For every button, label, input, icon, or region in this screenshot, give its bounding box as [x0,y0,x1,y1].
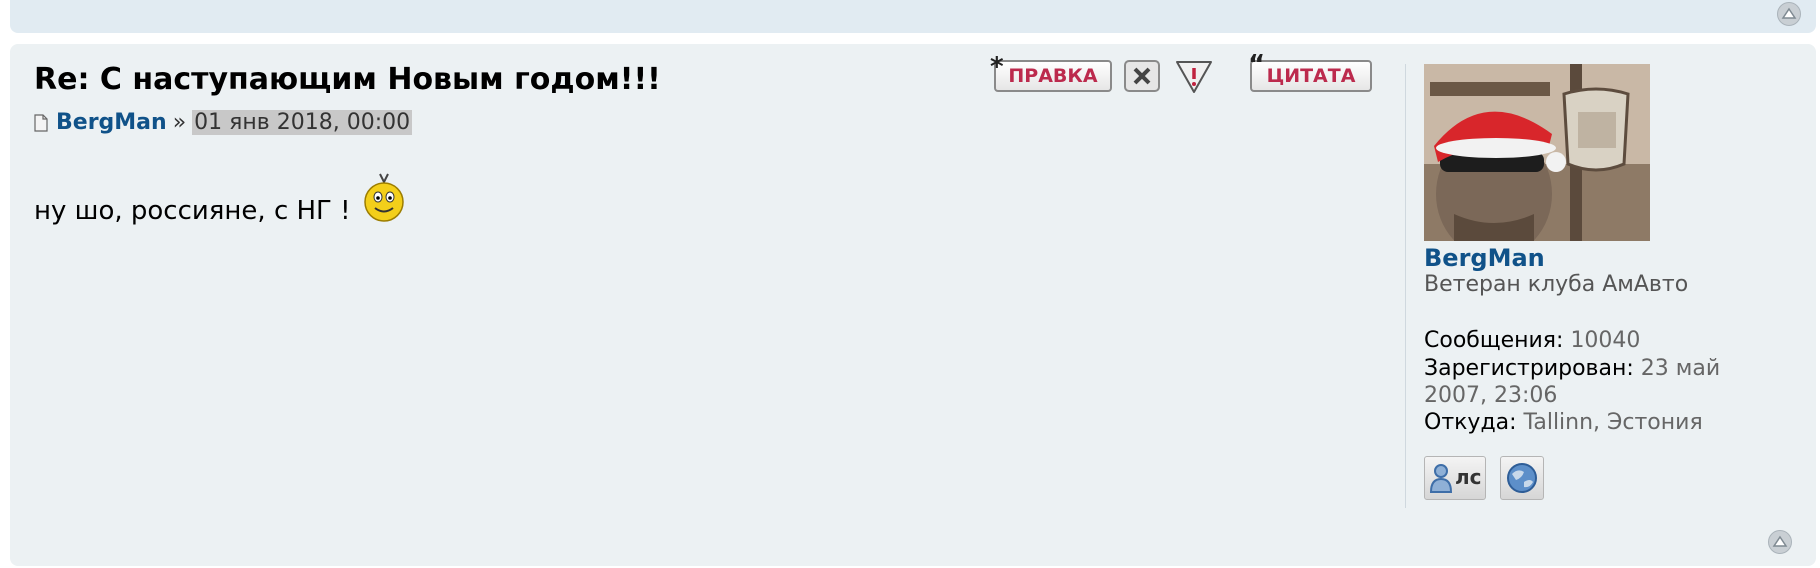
byline-separator: » [172,110,187,135]
report-button[interactable] [1174,60,1212,93]
private-message-label: лс [1455,465,1482,489]
profile-location-value: Tallinn, Эстония [1523,410,1703,435]
arrow-up-icon [1781,7,1797,19]
profile-registered-value-line1: 23 май [1640,356,1721,381]
profile-registered: Зарегистрирован: 23 май [1424,356,1720,381]
edit-button[interactable]: * ПРАВКА [990,52,1112,92]
back-to-top-button[interactable] [1768,530,1792,554]
profile-rank: Ветеран клуба АмАвто [1424,272,1689,297]
warning-icon [1176,61,1212,93]
private-message-button[interactable]: лс [1424,456,1486,500]
document-icon [34,113,48,132]
edit-mark-icon: * [990,52,1004,82]
profile-location-label: Откуда: [1424,410,1517,435]
post-title[interactable]: Re: С наступающим Новым годом!!! [34,62,661,97]
profile-divider [1405,64,1406,508]
quote-button[interactable]: “ ЦИТАТА [1248,50,1372,92]
previous-post-bottom [10,0,1816,33]
post-content: ну шо, россияне, с НГ ! [34,170,405,226]
post-author-link[interactable]: BergMan [56,110,167,135]
user-icon [1429,464,1453,493]
profile-posts: Сообщения: 10040 [1424,328,1640,353]
delete-button[interactable] [1124,60,1160,92]
profile-location: Откуда: Tallinn, Эстония [1424,410,1703,435]
profile-registered-cont: 2007, 23:06 [1424,383,1557,408]
edit-button-label: ПРАВКА [1008,65,1098,87]
profile-registered-value-line2: 2007, 23:06 [1424,383,1558,408]
post-date: 01 янв 2018, 00:00 [192,110,413,135]
quote-button-label: ЦИТАТА [1266,65,1356,87]
post-byline: BergMan » 01 янв 2018, 00:00 [34,110,413,135]
profile-registered-label: Зарегистрирован: [1424,356,1634,381]
quote-mark-icon: “ [1248,50,1266,80]
profile-posts-value[interactable]: 10040 [1570,328,1640,353]
profile-username[interactable]: BergMan [1424,244,1545,272]
globe-icon [1507,463,1537,493]
profile-posts-label: Сообщения: [1424,328,1564,353]
smiley-icon [363,173,404,222]
post-content-text: ну шо, россияне, с НГ ! [34,196,351,226]
website-button[interactable] [1500,456,1544,500]
arrow-up-icon [1772,535,1788,547]
user-avatar [1424,64,1650,241]
close-icon [1124,60,1160,92]
back-to-top-button[interactable] [1777,2,1801,26]
